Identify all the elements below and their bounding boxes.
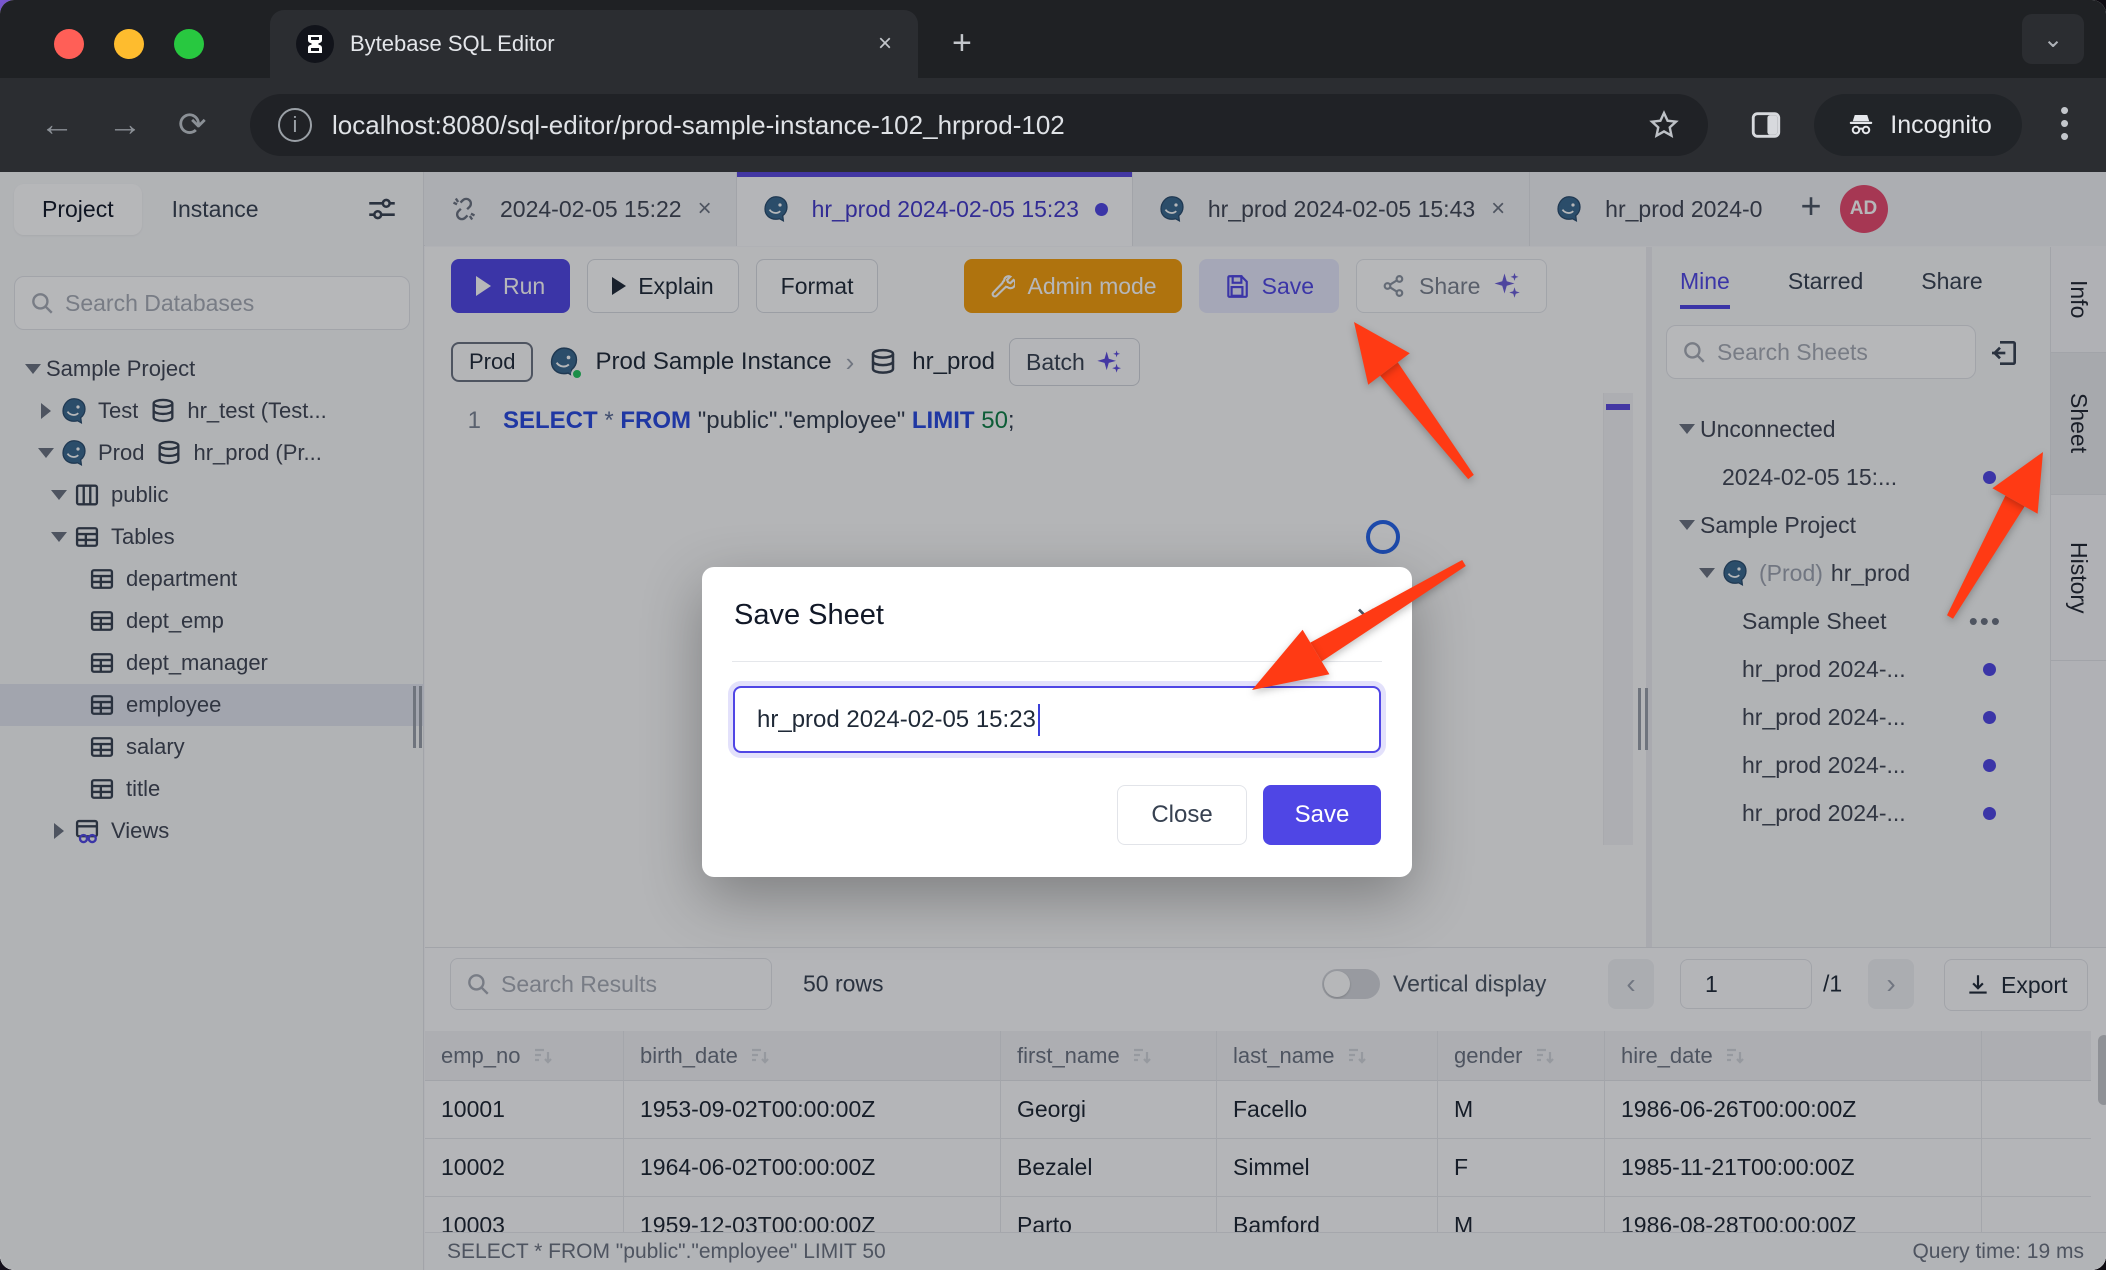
incognito-label: Incognito	[1890, 111, 1991, 140]
browser-tab[interactable]: Bytebase SQL Editor ×	[270, 10, 918, 78]
traffic-minimize-button[interactable]	[114, 29, 144, 59]
browser-toolbar: ← → ⟳ i localhost:8080/sql-editor/prod-s…	[0, 78, 2106, 172]
dialog-close-icon[interactable]: ✕	[1355, 601, 1378, 634]
browser-new-tab-button[interactable]: +	[952, 26, 972, 60]
tab-search-chevron-icon[interactable]: ⌄	[2022, 14, 2084, 64]
side-panel-icon[interactable]	[1748, 108, 1784, 142]
bookmark-star-icon[interactable]	[1648, 109, 1680, 141]
screenshot-canvas: Bytebase SQL Editor × + ⌄ ← → ⟳ i localh…	[0, 0, 2106, 1270]
bytebase-favicon	[296, 25, 334, 63]
url-text: localhost:8080/sql-editor/prod-sample-in…	[332, 110, 1628, 141]
dialog-title: Save Sheet	[734, 599, 884, 632]
forward-icon[interactable]: →	[108, 106, 142, 145]
incognito-icon	[1844, 110, 1878, 140]
text-cursor	[1038, 704, 1040, 736]
back-icon[interactable]: ←	[40, 106, 74, 145]
browser-tab-close-icon[interactable]: ×	[878, 30, 892, 58]
address-bar[interactable]: i localhost:8080/sql-editor/prod-sample-…	[250, 94, 1708, 156]
traffic-maximize-button[interactable]	[174, 29, 204, 59]
browser-window: Bytebase SQL Editor × + ⌄ ← → ⟳ i localh…	[0, 0, 2106, 1270]
site-info-icon[interactable]: i	[278, 108, 312, 142]
dialog-divider	[732, 661, 1382, 662]
browser-tab-title: Bytebase SQL Editor	[350, 31, 862, 57]
dialog-save-button[interactable]: Save	[1263, 785, 1381, 845]
save-sheet-dialog: Save Sheet ✕ hr_prod 2024-02-05 15:23 Cl…	[702, 567, 1412, 877]
traffic-close-button[interactable]	[54, 29, 84, 59]
dialog-close-button[interactable]: Close	[1117, 785, 1247, 845]
sheet-name-input[interactable]: hr_prod 2024-02-05 15:23	[733, 686, 1381, 753]
reload-icon[interactable]: ⟳	[178, 105, 207, 145]
browser-tab-strip: Bytebase SQL Editor × + ⌄	[0, 0, 2106, 78]
browser-menu-icon[interactable]: •••	[2060, 104, 2069, 143]
incognito-badge: Incognito	[1814, 94, 2022, 156]
sheet-name-value: hr_prod 2024-02-05 15:23	[757, 706, 1036, 734]
